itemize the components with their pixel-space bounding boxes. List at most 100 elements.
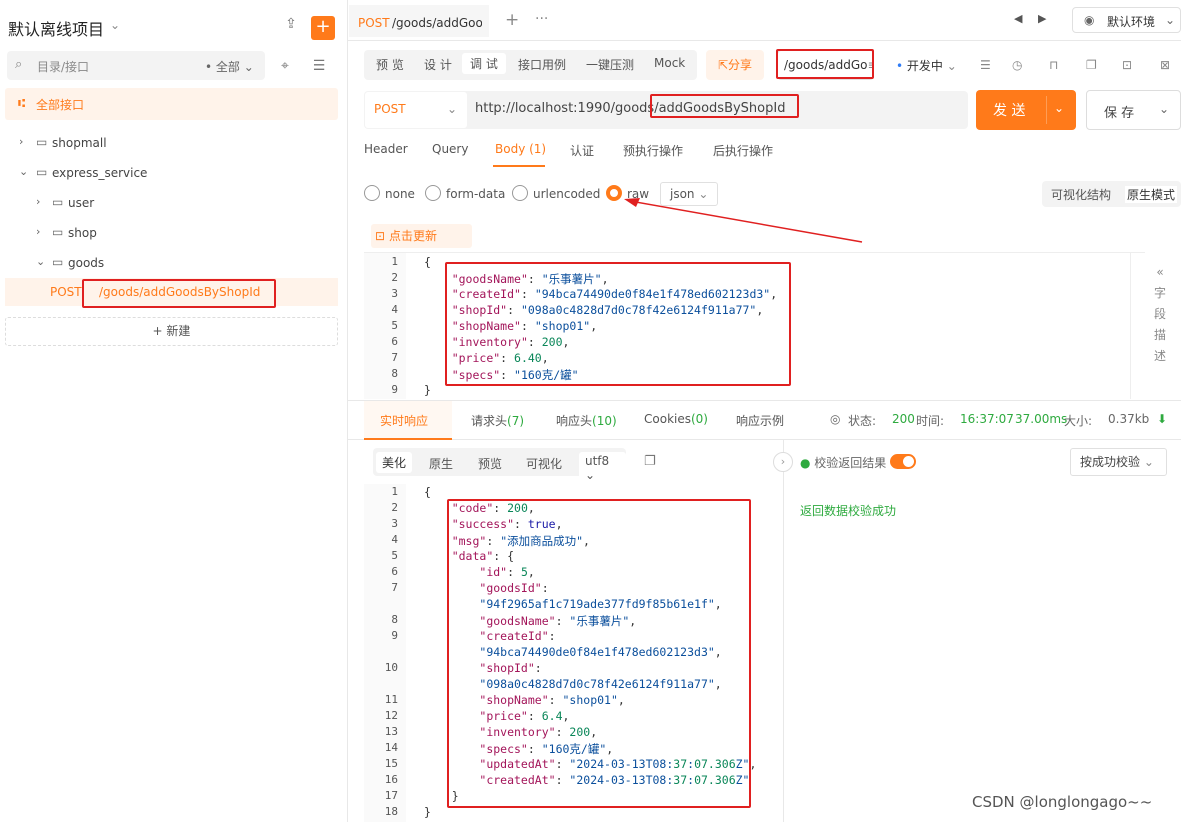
tab-raw[interactable]: 原生	[429, 455, 453, 472]
line-number: 6	[391, 565, 398, 578]
status-select[interactable]: • 开发中 ⌄	[896, 57, 957, 74]
next-tab-icon[interactable]: ▶	[1038, 12, 1046, 25]
list-icon: ≡	[867, 58, 873, 72]
code-line: "data": {	[451, 549, 515, 563]
download-icon[interactable]: ⬇	[1157, 412, 1167, 426]
tab-mock[interactable]: Mock	[654, 56, 685, 70]
count-badge: (0)	[690, 412, 708, 426]
tab-add-goods[interactable]: POST /goods/addGoo	[349, 5, 489, 39]
tab-query[interactable]: Query	[432, 142, 468, 156]
import-icon[interactable]: ⇪	[282, 16, 300, 34]
validate-toggle[interactable]	[890, 454, 916, 469]
tab-response-headers[interactable]: 响应头(10)	[556, 412, 617, 429]
environment-select[interactable]: ◉ 默认环境 ⌄	[1072, 7, 1181, 33]
path-field[interactable]: /goods/addGo≡	[777, 50, 874, 80]
tab-body[interactable]: Body (1)	[495, 142, 546, 156]
send-button[interactable]: 发 送 ⌄	[976, 90, 1076, 130]
new-tab-icon[interactable]: +	[505, 10, 519, 30]
divider	[1130, 252, 1131, 399]
copy-icon[interactable]: ❐	[644, 454, 656, 469]
encoding-select[interactable]: utf8 ⌄	[579, 452, 626, 484]
field-description-panel[interactable]: « 字 段 描 述	[1150, 262, 1170, 367]
tab-design[interactable]: 设 计	[424, 56, 452, 73]
filter-select[interactable]: • 全部 ⌄	[205, 58, 254, 75]
url-input[interactable]: http://localhost:1990/goods/addGoodsBySh…	[475, 101, 785, 116]
tab-cookies[interactable]: Cookies(0)	[644, 412, 708, 426]
tab-pre-script[interactable]: 预执行操作	[623, 142, 683, 159]
share-button[interactable]: ⇱分享	[706, 50, 764, 80]
lock-icon[interactable]: ⊓	[1049, 58, 1058, 72]
tree-label: shop	[68, 226, 97, 240]
search-input[interactable]: ⌕ 目录/接口 • 全部 ⌄	[7, 51, 265, 80]
refresh-button[interactable]: ⊡ 点击更新	[371, 224, 472, 248]
project-title[interactable]: 默认离线项目	[8, 16, 104, 40]
tree-folder-express-service[interactable]: ⌄ ▭ express_service	[0, 158, 348, 186]
new-button[interactable]: + 新建	[5, 317, 338, 346]
chevron-right-icon[interactable]: ›	[773, 452, 793, 472]
tab-load-test[interactable]: 一键压测	[586, 56, 634, 73]
sort-icon[interactable]: ☰	[308, 55, 330, 77]
radio-none[interactable]	[364, 185, 380, 201]
code-line: "id": 5,	[479, 565, 535, 579]
divider	[1046, 96, 1047, 124]
radio-label: none	[385, 187, 415, 201]
code-line: }	[424, 789, 459, 803]
tab-preview[interactable]: 预览	[478, 455, 502, 472]
request-body-editor[interactable]: 1 {2 "goodsName": "乐事薯片", 3 "createId": "9…	[364, 252, 1145, 399]
radio-urlencoded[interactable]	[512, 185, 528, 201]
view-raw[interactable]: 原生模式	[1125, 186, 1178, 203]
view-visual[interactable]: 可视化结构	[1051, 186, 1111, 203]
radio-form-data[interactable]	[425, 185, 441, 201]
folder-icon: ▭	[36, 165, 48, 179]
new-label: 新建	[166, 324, 191, 338]
method-select[interactable]: POST ⌄	[365, 92, 467, 128]
line-number: 7	[391, 581, 398, 594]
code-line: "createdAt": "2024-03-13T08:37:07.306Z"	[479, 773, 750, 787]
refresh-icon: ⊡	[375, 229, 386, 243]
tab-test-cases[interactable]: 接口用例	[518, 56, 566, 73]
locate-icon[interactable]: ⌖	[274, 55, 296, 77]
code-icon[interactable]: ⊡	[1122, 58, 1132, 72]
line-number: 10	[384, 661, 398, 674]
prev-tab-icon[interactable]: ◀	[1014, 12, 1022, 25]
tab-realtime-response[interactable]: 实时响应	[380, 412, 428, 429]
code-line: {	[424, 255, 431, 269]
outline-icon[interactable]: ☰	[980, 58, 991, 72]
more-icon[interactable]: ···	[535, 11, 548, 27]
tab-debug[interactable]: 调 试	[462, 53, 506, 74]
tree-folder-goods[interactable]: ⌄ ▭ goods	[0, 248, 348, 276]
tab-auth[interactable]: 认证	[570, 142, 594, 159]
line-number: 16	[384, 773, 398, 786]
tab-visualize[interactable]: 可视化	[526, 455, 562, 472]
save-button[interactable]: 保 存 ⌄	[1086, 90, 1181, 130]
chevron-right-icon: ›	[36, 195, 41, 208]
tab-preview[interactable]: 预 览	[376, 56, 404, 73]
add-button[interactable]: +	[311, 16, 335, 40]
tree-folder-shop[interactable]: › ▭ shop	[0, 218, 348, 246]
all-apis-item[interactable]: ⑆ 全部接口	[5, 88, 338, 120]
line-number: 14	[384, 741, 398, 754]
line-number: 6	[391, 335, 398, 348]
tab-request-headers[interactable]: 请求头(7)	[471, 412, 524, 429]
response-body-viewer[interactable]: 1 {2 "code": 200, 3 "success": true, 4 "msg…	[364, 484, 783, 822]
copy-icon[interactable]: ❐	[1086, 58, 1097, 72]
method-label: POST	[374, 102, 406, 116]
chevron-down-icon: ⌄	[447, 102, 458, 116]
export-icon[interactable]: ⊠	[1160, 58, 1170, 72]
tree-folder-user[interactable]: › ▭ user	[0, 188, 348, 216]
chevron-down-icon[interactable]: ⌄	[110, 18, 120, 32]
validate-mode-select[interactable]: 按成功校验 ⌄	[1070, 448, 1167, 476]
tab-label: 请求头	[471, 414, 508, 428]
tab-header[interactable]: Header	[364, 142, 408, 156]
chevron-down-icon[interactable]: ⌄	[1159, 102, 1169, 116]
history-icon[interactable]: ◷	[1012, 58, 1022, 72]
search-icon: ⌕	[15, 57, 23, 72]
tab-post-script[interactable]: 后执行操作	[713, 142, 773, 159]
tab-response-example[interactable]: 响应示例	[736, 412, 784, 429]
validate-label: ● 校验返回结果	[800, 454, 886, 471]
chevron-down-icon[interactable]: ⌄	[1054, 101, 1064, 115]
tab-pretty[interactable]: 美化	[376, 452, 413, 473]
line-number: 4	[391, 533, 398, 546]
tree-folder-shopmall[interactable]: › ▭ shopmall	[0, 128, 348, 156]
tree-api-add-goods[interactable]: POST /goods/addGoodsByShopId	[5, 278, 338, 306]
